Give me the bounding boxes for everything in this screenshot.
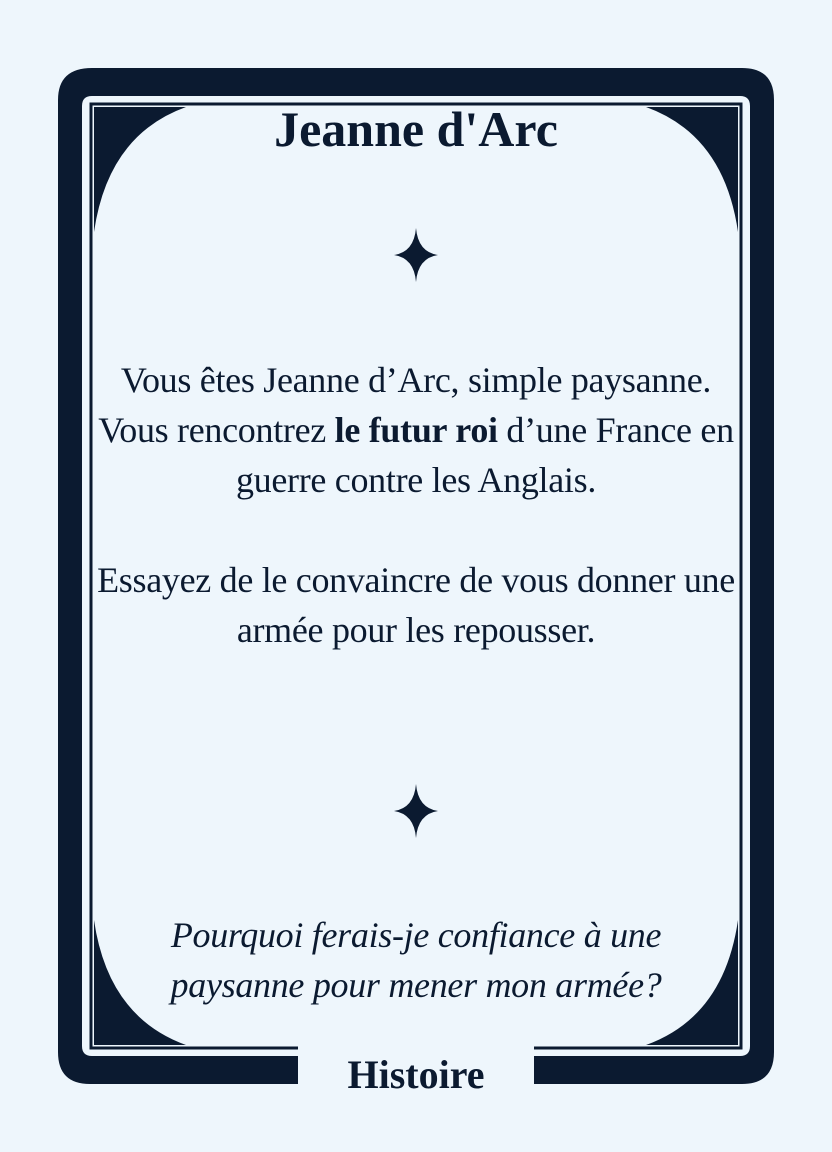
intro-paragraph: Vous êtes Jeanne d’Arc, simple paysanne.… bbox=[96, 355, 736, 505]
intro-emphasis: le futur roi bbox=[334, 410, 498, 450]
corner-ornament-top-left bbox=[94, 107, 186, 232]
four-point-star-icon bbox=[394, 228, 438, 282]
card-quote: Pourquoi ferais-je confiance à une paysa… bbox=[170, 915, 662, 1005]
four-point-star-icon bbox=[394, 784, 438, 838]
card: Jeanne d'Arc Vous êtes Jeanne d’Arc, sim… bbox=[0, 0, 832, 1152]
category-label: Histoire bbox=[347, 1052, 485, 1097]
corner-ornament-top-right bbox=[646, 107, 738, 232]
goal-paragraph: Essayez de le convaincre de vous donner … bbox=[97, 560, 735, 650]
card-description: Vous êtes Jeanne d’Arc, simple paysanne.… bbox=[96, 355, 736, 655]
card-title: Jeanne d'Arc bbox=[274, 101, 558, 157]
